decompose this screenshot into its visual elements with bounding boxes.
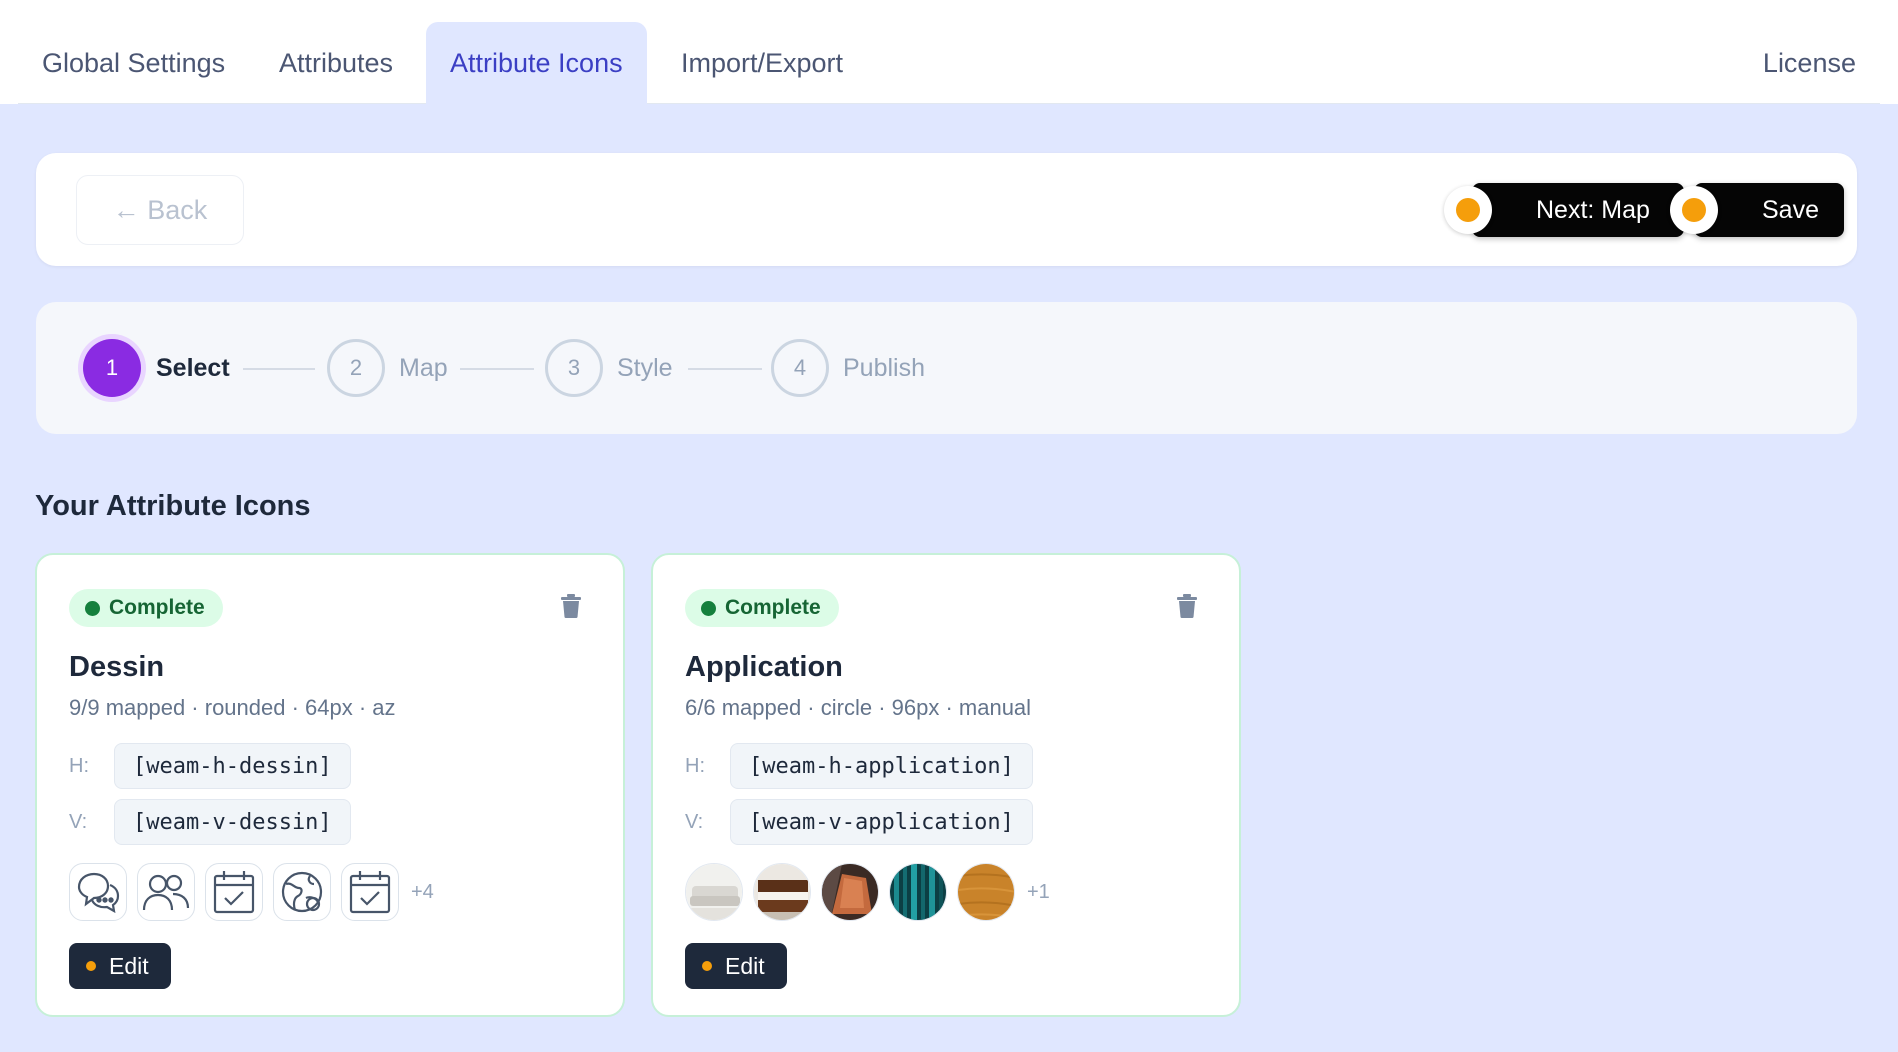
tab-strip: Global Settings Attributes Attribute Ico…: [18, 0, 1880, 104]
step-3-label: Style: [617, 354, 673, 382]
status-label: Complete: [725, 596, 821, 619]
h-label: H:: [69, 755, 89, 777]
step-2-label: Map: [399, 354, 448, 382]
step-connector: [243, 368, 315, 370]
status-dot-icon: [1456, 198, 1480, 222]
calendar-check-icon: [341, 863, 399, 921]
v-label: V:: [685, 811, 704, 833]
wizard-stepper: 1 Select 2 Map 3 Style 4 Publish: [36, 302, 1857, 434]
tab-license[interactable]: License: [1739, 22, 1880, 104]
tab-attributes[interactable]: Attributes: [255, 22, 417, 104]
edit-button[interactable]: Edit: [69, 943, 171, 989]
card-meta: 9/9 mapped · rounded · 64px · az: [69, 695, 396, 720]
h-shortcode[interactable]: [weam-h-dessin]: [114, 743, 351, 789]
v-shortcode[interactable]: [weam-v-dessin]: [114, 799, 351, 845]
card-title: Application: [685, 651, 843, 683]
v-label: V:: [69, 811, 88, 833]
status-badge: Complete: [69, 589, 223, 627]
next-map-label: Next: Map: [1536, 195, 1650, 224]
edit-label: Edit: [109, 952, 149, 979]
more-count: +1: [1027, 880, 1050, 903]
edit-label: Edit: [725, 952, 765, 979]
top-nav: Global Settings Attributes Attribute Ico…: [0, 0, 1898, 104]
step-4-label: Publish: [843, 354, 925, 382]
v-shortcode[interactable]: [weam-v-application]: [730, 799, 1033, 845]
attribute-card: Complete Dessin 9/9 mapped · rounded · 6…: [35, 553, 625, 1017]
back-button[interactable]: ← Back: [76, 175, 244, 245]
step-connector: [460, 368, 534, 370]
step-1-circle[interactable]: 1: [83, 339, 141, 397]
more-count: +4: [411, 880, 434, 903]
step-1-label: Select: [156, 354, 230, 382]
next-indicator: [1444, 186, 1492, 234]
step-4-circle[interactable]: 4: [771, 339, 829, 397]
calendar-check-icon: [205, 863, 263, 921]
save-indicator: [1670, 186, 1718, 234]
teal-fabric-image: [889, 863, 947, 921]
card-meta: 6/6 mapped · circle · 96px · manual: [685, 695, 1032, 720]
tab-attribute-icons[interactable]: Attribute Icons: [426, 22, 647, 104]
step-connector: [688, 368, 762, 370]
status-dot-icon: [701, 600, 716, 616]
sofa-image: [685, 863, 743, 921]
users-icon: [137, 863, 195, 921]
status-dot-icon: [86, 961, 96, 971]
icon-thumbnails: +4: [69, 863, 434, 921]
status-dot-icon: [85, 600, 100, 616]
next-map-button[interactable]: Next: Map: [1472, 183, 1684, 237]
tab-global-settings[interactable]: Global Settings: [18, 22, 249, 104]
section-title: Your Attribute Icons: [35, 490, 311, 522]
attribute-card: Complete Application 6/6 mapped · circle…: [651, 553, 1241, 1017]
card-title: Dessin: [69, 651, 165, 683]
h-label: H:: [685, 755, 705, 777]
action-bar: ← Back Next: Map Save: [36, 153, 1857, 266]
chat-bubbles-icon: [69, 863, 127, 921]
wood-texture-image: [957, 863, 1015, 921]
status-dot-icon: [1682, 198, 1706, 222]
edit-button[interactable]: Edit: [685, 943, 787, 989]
globe-icon: [273, 863, 331, 921]
image-thumbnails: +1: [685, 863, 1050, 921]
leather-seat-image: [821, 863, 879, 921]
tab-import-export[interactable]: Import/Export: [657, 22, 867, 104]
status-label: Complete: [109, 596, 205, 619]
trash-icon[interactable]: [559, 593, 583, 619]
step-2-circle[interactable]: 2: [327, 339, 385, 397]
status-dot-icon: [702, 961, 712, 971]
trash-icon[interactable]: [1175, 593, 1199, 619]
bed-image: [753, 863, 811, 921]
step-3-circle[interactable]: 3: [545, 339, 603, 397]
h-shortcode[interactable]: [weam-h-application]: [730, 743, 1033, 789]
save-label: Save: [1762, 195, 1819, 224]
status-badge: Complete: [685, 589, 839, 627]
